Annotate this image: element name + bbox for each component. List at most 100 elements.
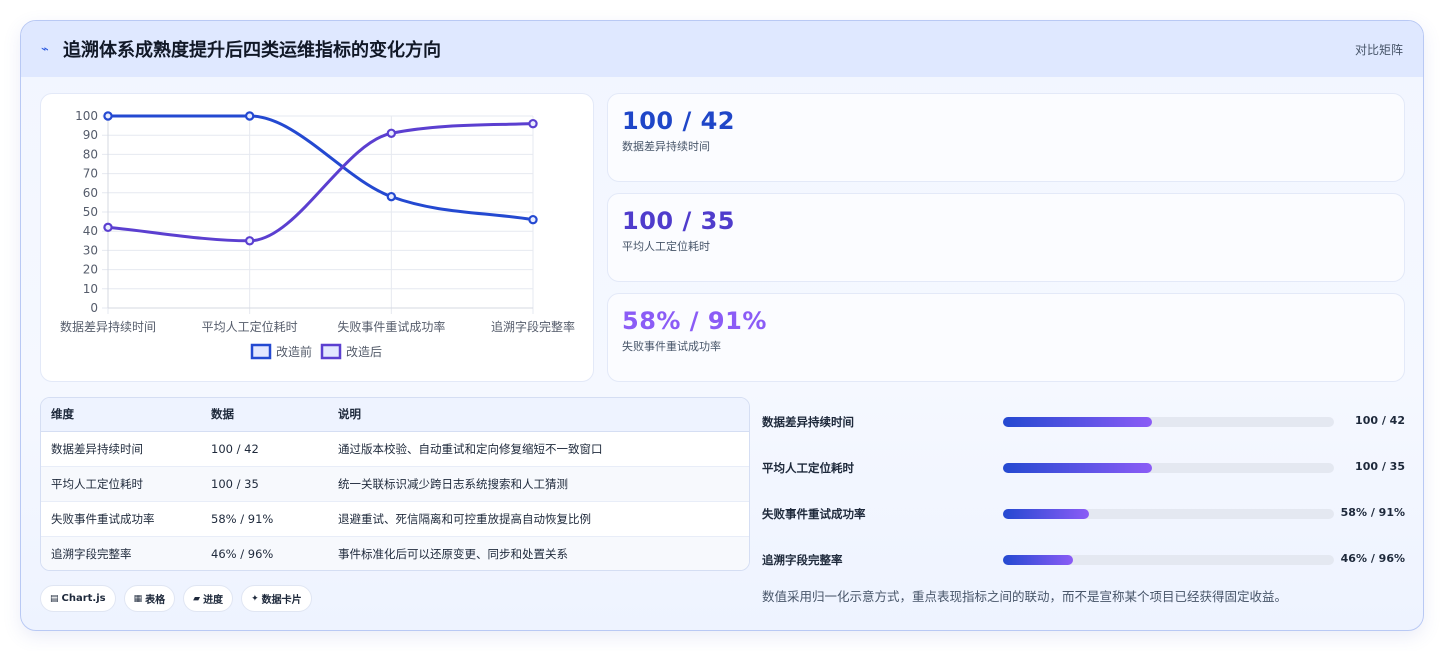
legend-swatch [320,343,342,360]
progress-row: 失败事件重试成功率 58% / 91% [762,491,1407,537]
progress-row: 数据差异持续时间 100 / 42 [762,399,1407,445]
x-tick-label: 失败事件重试成功率 [337,319,445,334]
y-tick-label: 40 [83,224,98,238]
y-tick-label: 100 [75,109,98,123]
data-point [103,111,113,121]
table-cell: 平均人工定位耗时 [41,466,211,502]
y-tick-label: 0 [90,301,98,315]
legend-label: 改造后 [346,345,382,359]
table-cell: 统一关联标识减少跨日志系统搜索和人工猜测 [338,466,749,502]
y-tick-label: 80 [83,147,98,161]
progress-track [1003,417,1334,427]
column-header: 维度 [41,398,211,432]
table-row: 平均人工定位耗时 100 / 35 统一关联标识减少跨日志系统搜索和人工猜测 [41,466,749,502]
y-tick-label: 20 [83,263,98,277]
table-cell: 事件标准化后可以还原变更、同步和处置关系 [338,536,749,570]
series-line-1 [107,114,534,222]
legend-label: 改造前 [276,344,312,359]
matrix-tag: 对比矩阵 [1354,43,1403,57]
y-tick-label: 30 [83,243,98,257]
page-title: 追溯体系成熟度提升后四类运维指标的变化方向 [63,40,441,61]
y-tick-label: 50 [83,205,98,219]
progress-icon: ▰ [193,593,201,604]
table-cell: 100 / 42 [211,431,338,467]
tech-chips: ▤ Chart.js ▦ 表格 ▰ 进度 ✦ 数据卡片 [40,585,312,612]
table-cell: 数据差异持续时间 [41,431,211,467]
progress-fill [1003,463,1152,473]
stat-value: 100 / 35 [622,207,735,235]
table-cell: 46% / 96% [211,536,338,570]
progress-value: 100 / 35 [1355,460,1405,473]
table-icon: ▦ [133,593,143,604]
card-header: ⌁ 追溯体系成熟度提升后四类运维指标的变化方向 对比矩阵 [21,21,1423,77]
stat-value: 58% / 91% [622,307,767,335]
data-point [103,222,113,233]
metrics-table: 维度 数据 说明 数据差异持续时间 100 / 42 通过版本校验、自动重试和定… [40,397,750,571]
progress-value: 46% / 96% [1340,552,1405,565]
x-tick-label: 追溯字段完整率 [491,319,575,334]
x-tick-label: 数据差异持续时间 [60,319,156,334]
y-tick-label: 10 [83,282,98,296]
x-tick-label: 平均人工定位耗时 [202,319,298,334]
table-cell: 追溯字段完整率 [41,536,211,570]
progress-value: 58% / 91% [1340,506,1405,519]
stat-card-3: 58% / 91% 失败事件重试成功率 [607,293,1405,382]
chip-label: 数据卡片 [261,595,302,606]
data-point [386,191,397,202]
stat-label: 数据差异持续时间 [622,140,710,153]
stat-label: 平均人工定位耗时 [622,240,710,253]
chip-chartjs[interactable]: ▤ Chart.js [40,585,116,612]
progress-track [1003,509,1334,519]
y-tick-label: 60 [83,186,98,200]
progress-label: 数据差异持续时间 [762,415,854,429]
data-point [528,118,538,129]
chip-progress[interactable]: ▰ 进度 [183,585,234,612]
chip-table[interactable]: ▦ 表格 [123,585,176,612]
table-cell: 失败事件重试成功率 [41,501,211,537]
progress-list: 数据差异持续时间 100 / 42 平均人工定位耗时 100 / 35 失败事件… [762,399,1407,583]
line-chart-panel: 0 10 20 30 40 50 60 70 80 90 100 数据差异持续时间 平均人工定位耗时 失败… [40,93,594,382]
table-cell: 58% / 91% [211,501,338,537]
table-row: 数据差异持续时间 100 / 42 通过版本校验、自动重试和定向修复缩短不一致窗… [41,431,749,467]
bolt-icon: ⌁ [41,41,49,57]
column-header: 说明 [338,398,749,432]
chip-label: 表格 [145,595,166,606]
y-tick-label: 70 [83,167,98,181]
line-chart: 0 10 20 30 40 50 60 70 80 90 100 数据差异持续时间 平均人工定位耗时 失败… [60,109,575,360]
chip-label: Chart.js [61,593,106,604]
progress-fill [1003,417,1152,427]
footnote: 数值采用归一化示意方式，重点表现指标之间的联动，而不是宣称某个项目已经获得固定收… [762,589,1288,604]
stat-label: 失败事件重试成功率 [622,340,721,353]
legend-swatch [250,343,272,360]
chip-data-card[interactable]: ✦ 数据卡片 [241,585,312,612]
progress-track [1003,555,1334,565]
table-row: 追溯字段完整率 46% / 96% 事件标准化后可以还原变更、同步和处置关系 [41,536,749,570]
data-point [244,236,255,246]
data-point [386,128,397,138]
progress-row: 平均人工定位耗时 100 / 35 [762,445,1407,491]
data-point [244,111,255,121]
series-line-2 [107,122,534,243]
stat-value: 100 / 42 [622,107,735,135]
data-point [528,214,538,225]
table-cell: 退避重试、死信隔离和可控重放提高自动恢复比例 [338,501,749,537]
comparison-card: ⌁ 追溯体系成熟度提升后四类运维指标的变化方向 对比矩阵 0 10 20 30 40 50… [20,20,1424,631]
column-header: 数据 [211,398,338,432]
stat-card-2: 100 / 35 平均人工定位耗时 [607,193,1405,282]
chip-label: 进度 [203,595,224,606]
progress-value: 100 / 42 [1355,414,1405,427]
progress-fill [1003,555,1073,565]
progress-track [1003,463,1334,473]
progress-label: 平均人工定位耗时 [762,461,854,475]
table-cell: 100 / 35 [211,466,338,502]
progress-fill [1003,509,1090,519]
sparkle-icon: ✦ [251,593,259,604]
progress-label: 失败事件重试成功率 [762,507,866,521]
progress-label: 追溯字段完整率 [762,553,843,567]
chart-icon: ▤ [50,593,59,604]
progress-row: 追溯字段完整率 46% / 96% [762,537,1407,583]
stat-card-1: 100 / 42 数据差异持续时间 [607,93,1405,182]
table-cell: 通过版本校验、自动重试和定向修复缩短不一致窗口 [338,431,749,467]
table-row: 失败事件重试成功率 58% / 91% 退避重试、死信隔离和可控重放提高自动恢复… [41,501,749,537]
table-header-row: 维度 数据 说明 [41,398,749,432]
